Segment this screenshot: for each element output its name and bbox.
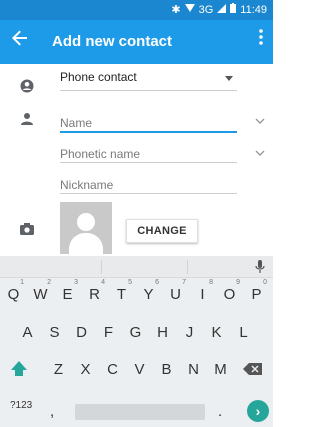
change-photo-button[interactable]: CHANGE (126, 219, 198, 243)
nickname-underline (60, 193, 237, 194)
key-i-label: I (200, 286, 205, 303)
wifi-icon (184, 3, 195, 16)
key-y-hint: 6 (155, 279, 159, 286)
name-underline (60, 131, 237, 133)
key-x[interactable]: X (72, 353, 99, 387)
page-title: Add new contact (52, 33, 173, 50)
phonetic-name-field[interactable]: Phonetic name (60, 147, 140, 161)
key-m[interactable]: M (207, 353, 234, 387)
key-c[interactable]: C (99, 353, 126, 387)
key-o-hint: 9 (236, 279, 240, 286)
key-t-hint: 5 (128, 279, 132, 286)
period-key[interactable]: . (218, 403, 222, 420)
space-bar[interactable] (75, 404, 205, 420)
bluetooth-icon: ✱ (171, 4, 181, 16)
key-k[interactable]: K (203, 316, 230, 350)
suggestion-divider (101, 260, 102, 274)
soft-keyboard: Q1 W2 E3 R4 T5 Y6 U7 I8 O9 P0 A S D F G … (0, 256, 273, 427)
key-f[interactable]: F (95, 316, 122, 350)
key-i[interactable]: I8 (189, 278, 216, 312)
key-u-label: U (170, 286, 181, 303)
microphone-icon[interactable] (255, 260, 265, 274)
contact-photo-placeholder[interactable] (60, 202, 112, 254)
dropdown-caret-icon (225, 76, 233, 81)
key-r-hint: 4 (101, 279, 105, 286)
avatar-body (69, 233, 103, 254)
key-p-hint: 0 (263, 279, 267, 286)
enter-key-icon[interactable]: › (247, 400, 269, 422)
battery-icon (230, 3, 237, 16)
key-p-label: P (251, 286, 262, 303)
name-expand-chevron-icon[interactable] (255, 116, 265, 126)
signal-icon (217, 3, 227, 16)
key-r-label: R (89, 286, 100, 303)
key-i-hint: 8 (209, 279, 213, 286)
suggestion-strip (0, 256, 273, 278)
app-bar: Add new contact (0, 20, 273, 64)
key-e-hint: 3 (74, 279, 78, 286)
shift-key[interactable] (6, 354, 32, 384)
key-r[interactable]: R4 (81, 278, 108, 312)
phonetic-expand-chevron-icon[interactable] (255, 148, 265, 158)
key-w-hint: 2 (47, 279, 51, 286)
key-o-label: O (223, 286, 236, 303)
status-icons: ✱ 3G 11:49 (171, 3, 267, 16)
comma-key[interactable]: , (50, 403, 54, 420)
key-y[interactable]: Y6 (135, 278, 162, 312)
key-t[interactable]: T5 (108, 278, 135, 312)
avatar-head (77, 213, 95, 231)
key-o[interactable]: O9 (216, 278, 243, 312)
backspace-key-icon[interactable] (240, 355, 270, 385)
key-p[interactable]: P0 (243, 278, 270, 312)
key-y-label: Y (143, 286, 154, 303)
account-dropdown[interactable]: Phone contact (60, 70, 237, 88)
account-underline (60, 90, 237, 91)
key-h[interactable]: H (149, 316, 176, 350)
key-b[interactable]: B (153, 353, 180, 387)
key-u[interactable]: U7 (162, 278, 189, 312)
name-field[interactable]: Name (60, 116, 92, 130)
suggestion-divider (187, 260, 188, 274)
key-w[interactable]: W2 (27, 278, 54, 312)
key-a[interactable]: A (14, 316, 41, 350)
symbols-key[interactable]: ?123 (10, 400, 32, 411)
status-time: 11:49 (240, 3, 267, 16)
key-e-label: E (62, 286, 73, 303)
person-icon (20, 112, 38, 130)
network-type-label: 3G (198, 3, 214, 16)
key-t-label: T (116, 286, 127, 303)
key-g[interactable]: G (122, 316, 149, 350)
account-dropdown-value: Phone contact (60, 70, 137, 84)
key-s[interactable]: S (41, 316, 68, 350)
nickname-field[interactable]: Nickname (60, 178, 113, 192)
key-e[interactable]: E3 (54, 278, 81, 312)
contact-form: Phone contact Name Phonetic name Nicknam… (0, 64, 273, 256)
status-bar: ✱ 3G 11:49 (0, 0, 273, 20)
key-v[interactable]: V (126, 353, 153, 387)
key-w-label: W (33, 286, 48, 303)
account-circle-icon (20, 79, 38, 97)
key-q-hint: 1 (20, 279, 24, 286)
back-arrow-icon[interactable] (12, 30, 28, 50)
key-z[interactable]: Z (45, 353, 72, 387)
key-q-label: Q (7, 286, 20, 303)
key-n[interactable]: N (180, 353, 207, 387)
key-q[interactable]: Q1 (0, 278, 27, 312)
key-l[interactable]: L (230, 316, 257, 350)
key-d[interactable]: D (68, 316, 95, 350)
key-j[interactable]: J (176, 316, 203, 350)
phonetic-underline (60, 162, 237, 163)
more-vert-icon[interactable] (259, 29, 263, 49)
camera-icon (20, 222, 38, 240)
key-u-hint: 7 (182, 279, 186, 286)
